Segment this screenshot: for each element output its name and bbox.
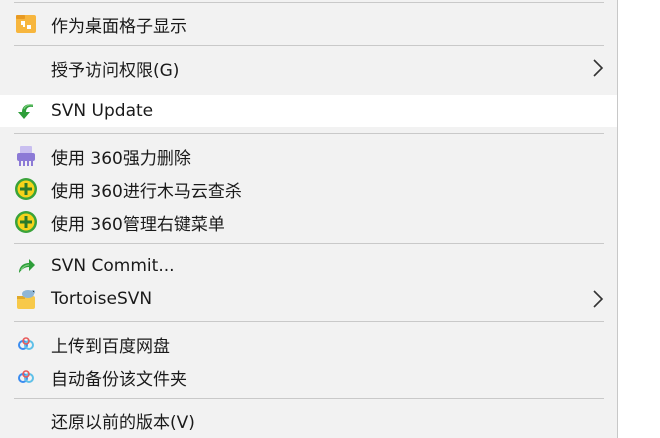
svn-update-icon: [14, 99, 38, 123]
360-scan-icon: [14, 177, 38, 201]
menu-item-label: 使用 360进行木马云查杀: [51, 181, 242, 202]
menu-item-svn-update[interactable]: SVN Update: [0, 95, 617, 127]
menu-item-360-shred[interactable]: 使用 360强力删除: [0, 140, 617, 172]
menu-item-label: 使用 360管理右键菜单: [51, 214, 225, 235]
separator: [14, 2, 604, 3]
separator: [14, 133, 604, 134]
baidu-netdisk-icon: [14, 332, 38, 356]
separator: [14, 321, 604, 322]
menu-item-label: 作为桌面格子显示: [51, 16, 187, 37]
separator: [14, 243, 604, 244]
menu-item-label: SVN Commit...: [51, 256, 175, 276]
menu-item-label: 上传到百度网盘: [51, 336, 170, 357]
tortoisesvn-icon: [14, 287, 38, 311]
menu-item-restore-previous-versions[interactable]: 还原以前的版本(V): [0, 404, 617, 436]
menu-item-grant-access[interactable]: 授予访问权限(G): [0, 52, 617, 84]
menu-item-360-trojan-scan[interactable]: 使用 360进行木马云查杀: [0, 173, 617, 205]
separator: [14, 398, 604, 399]
chevron-right-icon: [591, 288, 605, 310]
menu-item-label: 使用 360强力删除: [51, 148, 191, 169]
menu-item-label: SVN Update: [51, 101, 154, 121]
svn-commit-icon: [14, 254, 38, 278]
menu-item-upload-baidu-netdisk[interactable]: 上传到百度网盘: [0, 328, 617, 360]
360-shredder-icon: [14, 144, 38, 168]
baidu-backup-icon: [14, 365, 38, 389]
360-manage-icon: [14, 210, 38, 234]
context-menu: 作为桌面格子显示 授予访问权限(G) SVN Update 使用 360强力删除…: [0, 0, 618, 438]
menu-item-label: 授予访问权限(G): [51, 60, 180, 81]
menu-item-label: 自动备份该文件夹: [51, 369, 187, 390]
folder-grid-icon: [14, 12, 38, 36]
menu-item-label: 还原以前的版本(V): [51, 412, 195, 433]
chevron-right-icon: [591, 57, 605, 79]
menu-item-tortoisesvn[interactable]: TortoiseSVN: [0, 283, 617, 315]
menu-item-360-manage-context-menu[interactable]: 使用 360管理右键菜单: [0, 206, 617, 238]
menu-item-auto-backup-folder[interactable]: 自动备份该文件夹: [0, 361, 617, 393]
menu-item-label: TortoiseSVN: [51, 289, 153, 309]
separator: [14, 45, 604, 46]
menu-item-show-as-desktop-grid[interactable]: 作为桌面格子显示: [0, 8, 617, 40]
menu-item-svn-commit[interactable]: SVN Commit...: [0, 250, 617, 282]
